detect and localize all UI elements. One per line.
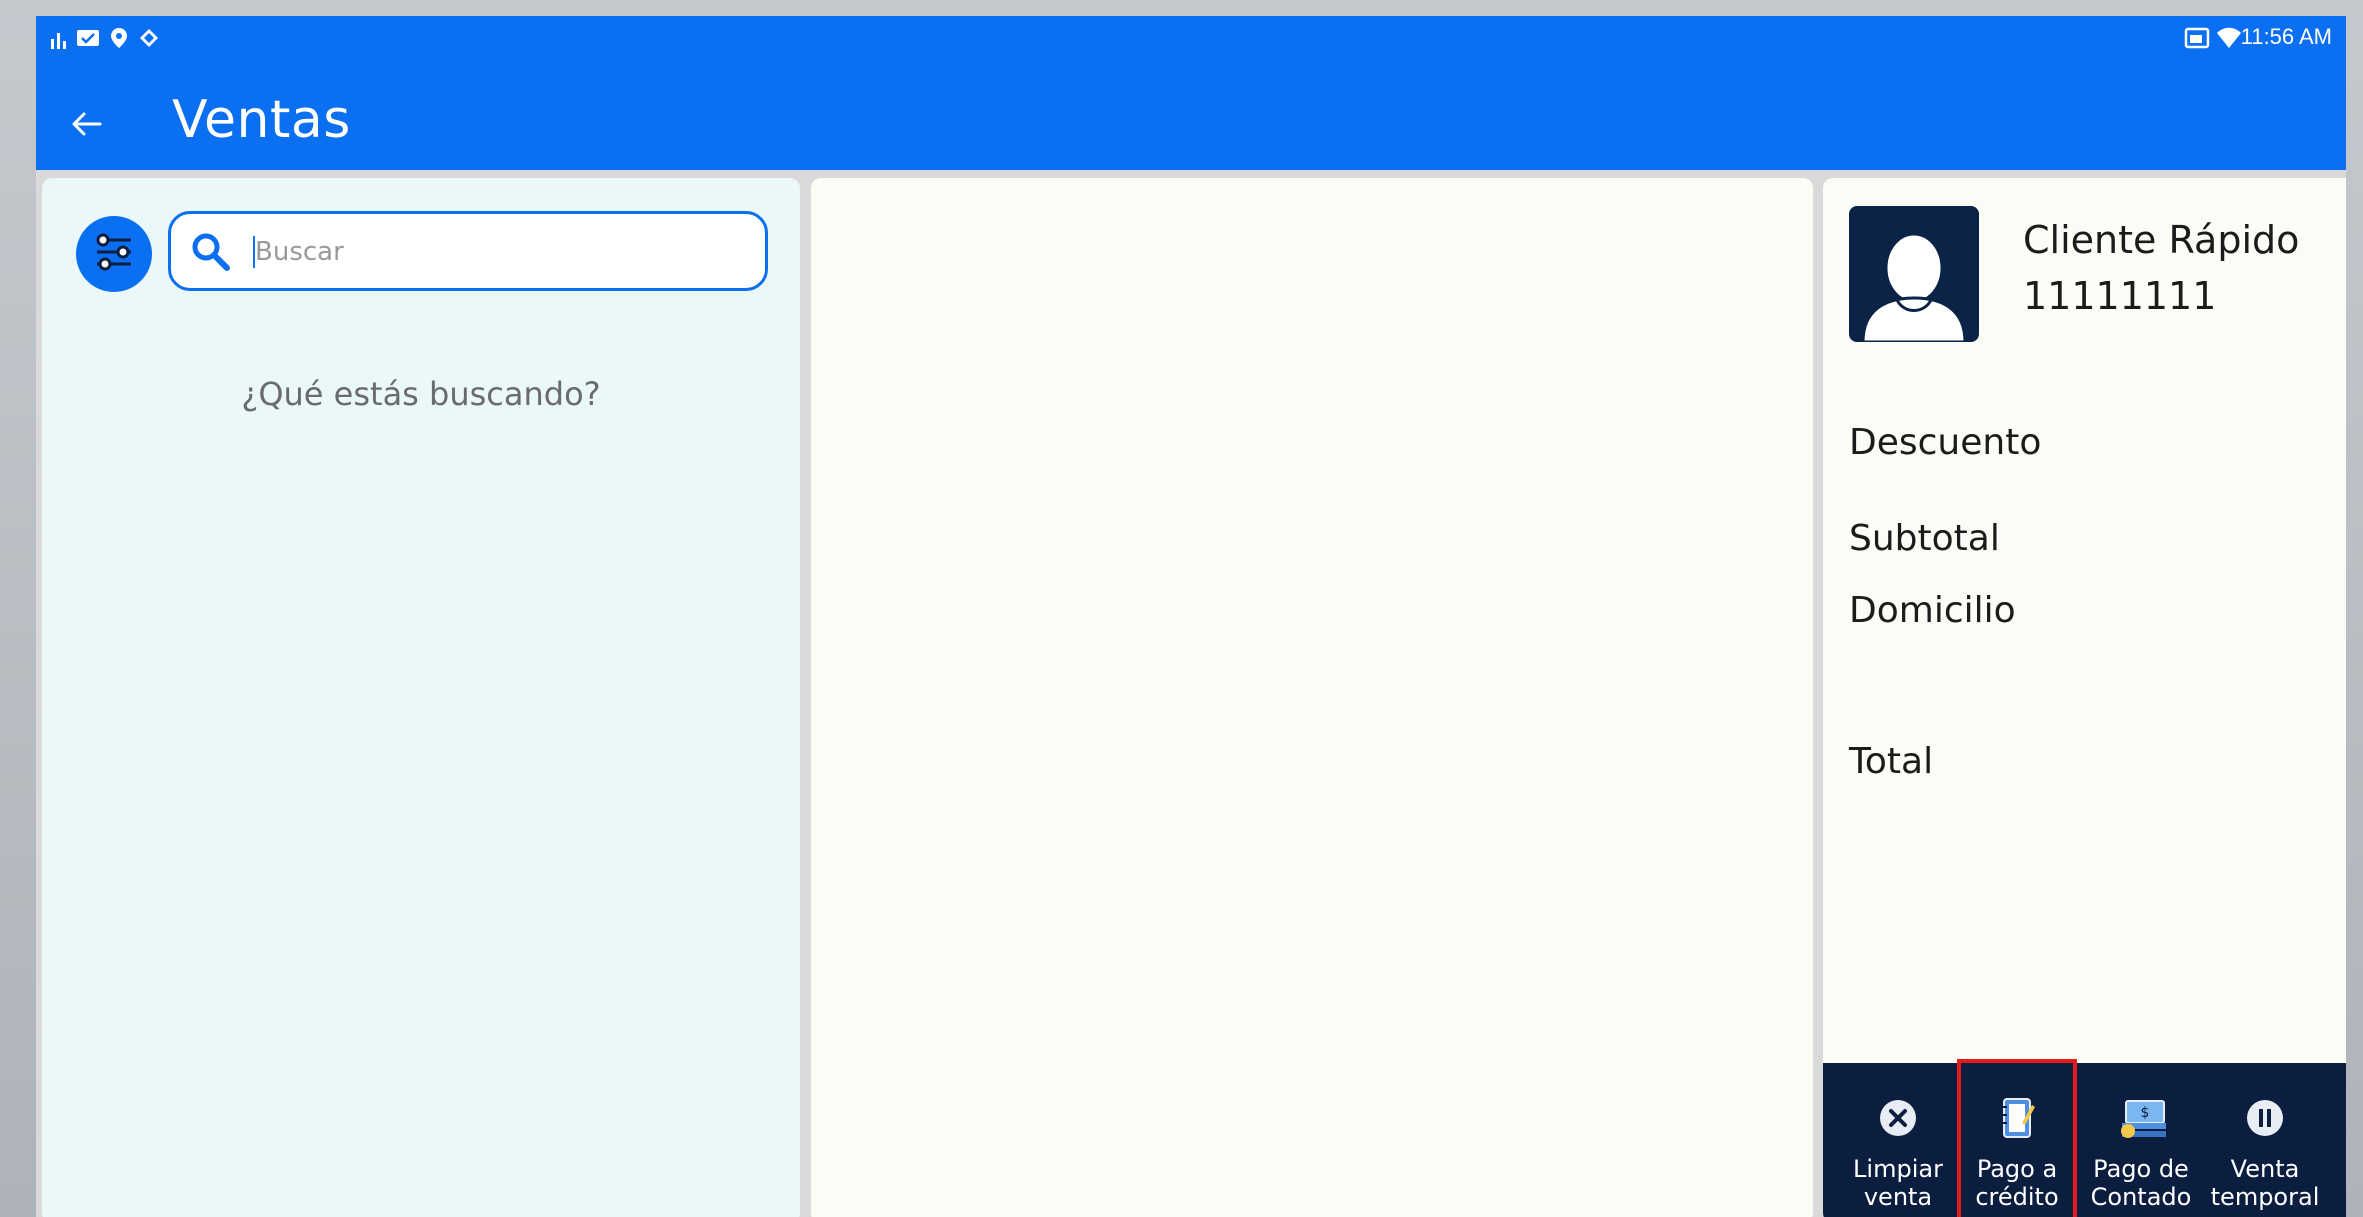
search-box[interactable] bbox=[168, 211, 768, 291]
back-button[interactable] bbox=[56, 96, 116, 156]
cart-panel bbox=[811, 178, 1813, 1217]
app-window: 11:56 AM Ventas Buscar ¿Qué estás buscan… bbox=[36, 16, 2346, 1217]
clear-sale-label: Limpiar venta bbox=[1853, 1155, 1943, 1211]
subtotal-row: Subtotal $0 bbox=[1849, 512, 2346, 572]
app-bar: 11:56 AM Ventas bbox=[36, 16, 2346, 170]
diamond-icon bbox=[138, 26, 160, 50]
subtotal-label: Subtotal bbox=[1849, 518, 2000, 559]
status-bar: 11:56 AM bbox=[36, 16, 2346, 60]
sale-summary-panel: Cliente Rápido 11111111 Descuento $0 Sub… bbox=[1823, 178, 2346, 1217]
user-silhouette-icon bbox=[1849, 232, 1979, 342]
sliders-icon bbox=[91, 229, 137, 279]
cash-icon: $ bbox=[2116, 1093, 2166, 1143]
credit-payment-button[interactable]: Pago a crédito bbox=[1957, 1059, 2077, 1217]
discount-row: Descuento $0 bbox=[1849, 416, 2346, 476]
client-name: Cliente Rápido bbox=[2023, 218, 2300, 262]
pause-icon bbox=[2240, 1093, 2290, 1143]
search-icon bbox=[189, 230, 233, 274]
page-title: Ventas bbox=[172, 90, 351, 150]
search-input[interactable] bbox=[253, 224, 747, 280]
total-row: Total $0 bbox=[1849, 735, 2346, 795]
payment-action-bar: Limpiar venta Pago a crédito $ Pago de C… bbox=[1823, 1059, 2346, 1217]
delivery-label: Domicilio bbox=[1849, 590, 2016, 631]
mail-check-icon bbox=[76, 26, 100, 50]
svg-text:$: $ bbox=[2141, 1105, 2150, 1121]
credit-payment-label: Pago a crédito bbox=[1975, 1155, 2059, 1211]
client-id: 11111111 bbox=[2023, 274, 2217, 318]
clear-sale-button[interactable]: Limpiar venta bbox=[1843, 1063, 1953, 1217]
notebook-icon bbox=[1992, 1093, 2042, 1143]
cash-payment-label: Pago de Contado bbox=[2090, 1155, 2192, 1211]
temporary-sale-label: Venta temporal bbox=[2210, 1155, 2320, 1211]
cash-payment-button[interactable]: $ Pago de Contado bbox=[2081, 1063, 2201, 1217]
wifi-icon bbox=[2216, 26, 2242, 50]
filter-button[interactable] bbox=[76, 216, 152, 292]
discount-label: Descuento bbox=[1849, 422, 2042, 463]
status-time: 11:56 AM bbox=[2240, 24, 2332, 49]
temporary-sale-button[interactable]: Venta temporal bbox=[2205, 1063, 2325, 1217]
client-avatar[interactable] bbox=[1849, 206, 1979, 342]
delivery-row: Domicilio $0 bbox=[1849, 584, 2346, 644]
empty-search-message: ¿Qué estás buscando? bbox=[241, 375, 601, 413]
total-label: Total bbox=[1849, 741, 1934, 782]
text-cursor bbox=[253, 236, 255, 268]
clear-x-icon bbox=[1873, 1093, 1923, 1143]
arrow-left-icon bbox=[68, 106, 104, 146]
location-pin-icon bbox=[110, 26, 128, 50]
signal-bars-icon bbox=[50, 26, 68, 50]
cast-icon bbox=[2184, 26, 2210, 50]
product-search-panel: ¿Qué estás buscando? bbox=[42, 178, 800, 1217]
